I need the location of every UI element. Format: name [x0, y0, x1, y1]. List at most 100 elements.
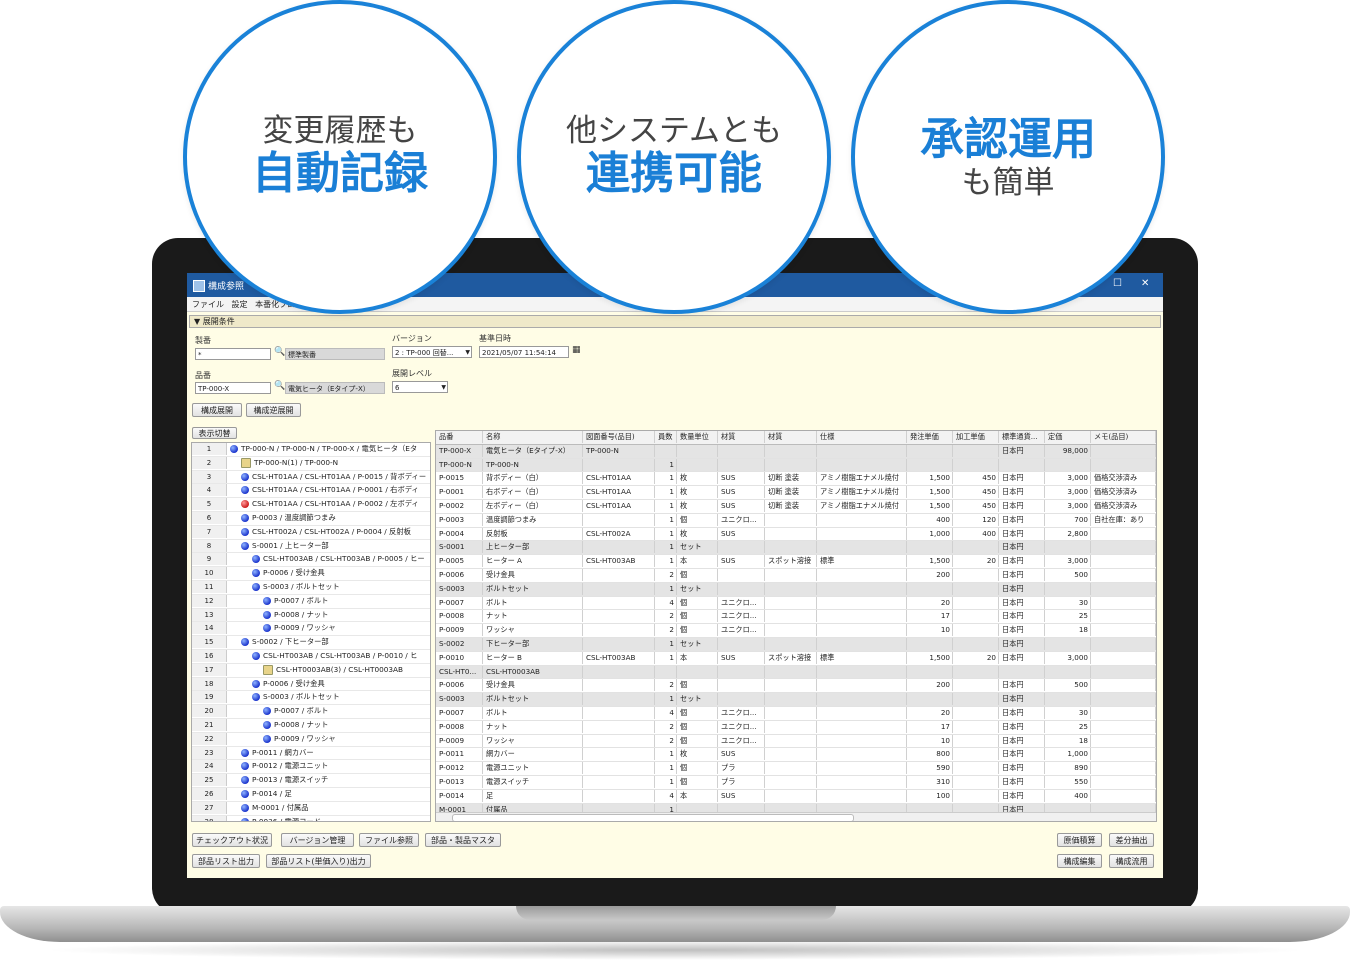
tree-node[interactable]: P-0007 / ボルト — [263, 595, 328, 607]
tree-row[interactable]: 3 CSL-HT01AA / CSL-HT01AA / P-0015 / 背ボディ… — [192, 470, 430, 485]
table-row[interactable]: P-0008 ナット 2 個ユニクロ... 17 日本円 25 — [436, 720, 1156, 735]
table-row[interactable]: P-0001 右ボディー（白） CSL-HT01AA 1 枚 SUS 切断 塗装 アミノ樹脂エ… — [436, 486, 1156, 500]
tree-row[interactable]: 28 P-0036 / 電源コード — [192, 815, 430, 821]
tree-node[interactable]: TP-000-N / TP-000-N / TP-000-X / 電気ヒータ（E… — [230, 443, 417, 455]
menu-settings[interactable]: 設定 — [232, 299, 248, 310]
table-row[interactable]: S-0002 下ヒーター部 1 セット 日本円 — [436, 637, 1156, 652]
parts-master-button[interactable]: 部品・製品マスタ — [425, 833, 501, 847]
table-row[interactable]: P-0009 ワッシャ 2 個ユニクロ... 10 日本円 18 — [436, 734, 1156, 749]
version-management-button[interactable]: バージョン管理 — [281, 833, 354, 847]
column-header[interactable]: 仕様 — [817, 431, 907, 443]
tree-row[interactable]: 20 P-0007 / ボルト — [192, 705, 430, 719]
tree-row[interactable]: 13 P-0008 / ナット — [192, 608, 430, 623]
parts-list-output-button[interactable]: 部品リスト出力 — [192, 854, 260, 868]
table-row[interactable]: P-0002 左ボディー（白） CSL-HT01AA 1 枚 SUS 切断 塗装 アミノ樹脂エ… — [436, 499, 1156, 514]
tree-row[interactable]: 11 S-0003 / ボルトセット — [192, 580, 430, 595]
tree-row[interactable]: 7 CSL-HT002A / CSL-HT002A / P-0004 / 反射板 — [192, 525, 430, 540]
tree-row[interactable]: 24 P-0012 / 電源ユニット — [192, 760, 430, 775]
table-row[interactable]: TP-000-X 電気ヒータ（Eタイプ-X） TP-000-N 日本円 98,000 — [436, 444, 1156, 459]
tree-row[interactable]: 18 P-0006 / 受け金具 — [192, 677, 430, 692]
search-icon[interactable]: 🔍 — [274, 347, 285, 357]
column-header[interactable]: 品番 — [436, 431, 483, 443]
tree-row[interactable]: 6 P-0003 / 温度調節つまみ — [192, 511, 430, 526]
tree-node[interactable]: CSL-HT0003AB(3) / CSL-HT0003AB — [263, 664, 403, 676]
base-date-input[interactable]: 2021/05/07 11:54:14 — [479, 346, 569, 358]
cost-calc-button[interactable]: 原価積算 — [1057, 833, 1102, 847]
tree-row[interactable]: 9 CSL-HT003AB / CSL-HT003AB / P-0005 / ヒー — [192, 553, 430, 568]
tree-row[interactable]: 10 P-0006 / 受け金具 — [192, 567, 430, 581]
tree-node[interactable]: P-0003 / 温度調節つまみ — [241, 512, 336, 524]
tree-row[interactable]: 2 TP-000-N(1) / TP-000-N — [192, 456, 430, 471]
tree-row[interactable]: 22 P-0009 / ワッシャ — [192, 732, 430, 747]
table-row[interactable]: P-0007 ボルト 4 個ユニクロ... 20 日本円 30 — [436, 596, 1156, 611]
table-row[interactable]: S-0001 上ヒーター部 1 セット 日本円 — [436, 541, 1156, 556]
menu-file[interactable]: ファイル — [192, 299, 224, 310]
column-header[interactable]: 加工単価 — [953, 431, 999, 443]
tree-row[interactable]: 14 P-0009 / ワッシャ — [192, 622, 430, 637]
tree-node[interactable]: P-0009 / ワッシャ — [263, 733, 336, 745]
tree-node[interactable]: CSL-HT003AB / CSL-HT003AB / P-0005 / ヒー — [252, 553, 425, 565]
table-row[interactable]: P-0007 ボルト 4 個ユニクロ... 20 日本円 30 — [436, 706, 1156, 721]
tree-row[interactable]: 21 P-0008 / ナット — [192, 718, 430, 733]
reverse-expand-button[interactable]: 構成逆展開 — [246, 403, 301, 417]
hinban-input[interactable]: TP-000-X — [195, 382, 271, 394]
diff-extract-button[interactable]: 差分抽出 — [1109, 833, 1154, 847]
tree-node[interactable]: M-0001 / 付属品 — [241, 802, 309, 814]
file-reference-button[interactable]: ファイル参照 — [359, 833, 419, 847]
tree-row[interactable]: 17 CSL-HT0003AB(3) / CSL-HT0003AB — [192, 663, 430, 678]
tree-node[interactable]: P-0014 / 足 — [241, 788, 292, 800]
horizontal-scrollbar[interactable] — [436, 812, 1156, 821]
tree-node[interactable]: S-0003 / ボルトセット — [252, 691, 340, 703]
column-header[interactable]: 員数 — [655, 431, 677, 443]
table-row[interactable]: CSL-HT0... CSL-HT0003AB — [436, 665, 1156, 680]
maximize-icon[interactable]: ☐ — [1113, 278, 1122, 289]
level-select[interactable]: 6 ▼ — [392, 381, 448, 393]
tree-row[interactable]: 25 P-0013 / 電源スイッチ — [192, 774, 430, 788]
column-header[interactable]: 定価 — [1045, 431, 1091, 443]
table-row[interactable]: P-0008 ナット 2 個ユニクロ... 17 日本円 25 — [436, 610, 1156, 625]
tree-node[interactable]: TP-000-N(1) / TP-000-N — [241, 457, 338, 469]
table-row[interactable]: P-0015 背ボディー（白） CSL-HT01AA 1 枚 SUS 切断 塗装 アミノ樹脂エ… — [436, 472, 1156, 487]
tree-node[interactable]: CSL-HT01AA / CSL-HT01AA / P-0002 / 左ボディ — [241, 498, 419, 510]
scroll-thumb[interactable] — [452, 814, 854, 821]
tree-node[interactable]: CSL-HT003AB / CSL-HT003AB / P-0010 / ヒ — [252, 650, 417, 662]
tree-row[interactable]: 23 P-0011 / 網カバー — [192, 746, 430, 761]
column-header[interactable]: 材質 — [718, 431, 765, 443]
table-row[interactable]: S-0003 ボルトセット 1 セット 日本円 — [436, 693, 1156, 707]
condition-panel-header[interactable]: ▼ 展開条件 — [189, 315, 1161, 328]
table-row[interactable]: S-0003 ボルトセット 1 セット 日本円 — [436, 582, 1156, 597]
table-row[interactable]: P-0006 受け金具 2 個 200 日本円 500 — [436, 679, 1156, 694]
column-header[interactable]: メモ(品目) — [1091, 431, 1156, 443]
tree-row[interactable]: 5 CSL-HT01AA / CSL-HT01AA / P-0002 / 左ボディ — [192, 498, 430, 512]
tree-node[interactable]: CSL-HT01AA / CSL-HT01AA / P-0001 / 右ボディ — [241, 484, 419, 496]
tree-row[interactable]: 4 CSL-HT01AA / CSL-HT01AA / P-0001 / 右ボディ — [192, 484, 430, 499]
column-header[interactable]: 材質 — [765, 431, 817, 443]
tree-row[interactable]: 15 S-0002 / 下ヒーター部 — [192, 636, 430, 650]
tree-node[interactable]: P-0008 / ナット — [263, 609, 328, 621]
tree-row[interactable]: 8 S-0001 / 上ヒーター部 — [192, 539, 430, 554]
structure-reuse-button[interactable]: 構成流用 — [1109, 854, 1154, 868]
tree-node[interactable]: S-0002 / 下ヒーター部 — [241, 636, 329, 648]
tree-node[interactable]: P-0008 / ナット — [263, 719, 328, 731]
tree-node[interactable]: P-0013 / 電源スイッチ — [241, 774, 328, 786]
tree-node[interactable]: P-0012 / 電源ユニット — [241, 760, 328, 772]
table-row[interactable]: P-0006 受け金具 2 個 200 日本円 500 — [436, 568, 1156, 583]
table-row[interactable]: P-0004 反射板 CSL-HT002A 1 枚 SUS 1,000 400 日本円 2,800 — [436, 527, 1156, 542]
tree-node[interactable]: S-0001 / 上ヒーター部 — [241, 540, 329, 552]
tree-row[interactable]: 27 M-0001 / 付属品 — [192, 801, 430, 816]
version-select[interactable]: 2 : TP-000 回替... ▼ — [392, 346, 472, 358]
tree-row[interactable]: 12 P-0007 / ボルト — [192, 594, 430, 609]
tree-node[interactable]: P-0007 / ボルト — [263, 705, 328, 717]
tree-node[interactable]: P-0036 / 電源コード — [241, 816, 321, 821]
tree-node[interactable]: CSL-HT01AA / CSL-HT01AA / P-0015 / 背ボディー — [241, 471, 426, 483]
calendar-icon[interactable]: ▦ — [572, 345, 581, 355]
table-row[interactable]: P-0011 網カバー 1 枚 SUS 800 日本円 1,000 — [436, 748, 1156, 763]
search-icon[interactable]: 🔍 — [274, 381, 285, 391]
parts-grid[interactable]: 品番 名称 図面番号(品目) 員数 数量単位 材質 材質 仕様 発注単価 加工単価 標準通貨... 定… — [435, 430, 1157, 822]
tree-node[interactable]: P-0009 / ワッシャ — [263, 622, 336, 634]
tree-node[interactable]: S-0003 / ボルトセット — [252, 581, 340, 593]
table-row[interactable]: P-0005 ヒーター A CSL-HT003AB 1 本 SUS スポット溶接 標準 1,50… — [436, 555, 1156, 569]
tree-node[interactable]: P-0006 / 受け金具 — [252, 678, 325, 690]
expand-button[interactable]: 構成展開 — [192, 403, 242, 417]
seiban-input[interactable]: * — [195, 348, 271, 360]
